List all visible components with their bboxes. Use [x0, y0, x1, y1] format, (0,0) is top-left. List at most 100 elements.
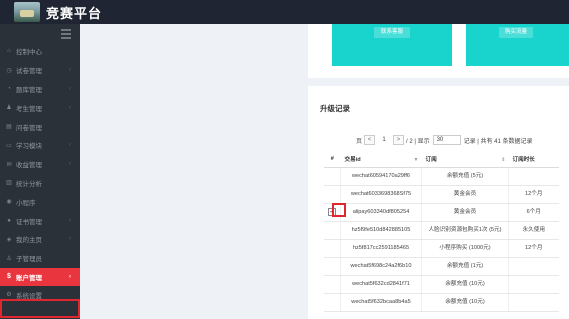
sidebar-item-label: 小程序: [16, 199, 36, 207]
duration: 6个月: [508, 203, 559, 222]
subscription: 黄金会员: [421, 185, 509, 204]
duration: 永久使用: [508, 221, 559, 240]
transaction-id: wechat60594170a29ff6: [340, 167, 422, 186]
sidebar-item-label: 学习模块: [16, 143, 42, 151]
logo-icon: [14, 2, 40, 22]
table-row[interactable]: wechat5f698c24a2f6b10 余额充值 (1元): [324, 257, 559, 276]
table-row[interactable]: ✓ alipay603340df805254 黄金会员 6个月: [324, 203, 559, 222]
sidebar-item-label: 统计分析: [16, 180, 42, 188]
sidebar-item-icon: ✉: [6, 161, 12, 168]
row-select-cell: ✓: [324, 203, 341, 222]
next-page-button[interactable]: >: [393, 135, 405, 145]
col-subscription[interactable]: 订阅 ⇕: [421, 152, 509, 168]
col-index: #: [324, 152, 341, 168]
transaction-id: hz5f817cc2591185465: [340, 239, 422, 258]
sidebar-item-icon: ◉: [6, 199, 12, 206]
records-summary: 记录 | 共有 41 条数据记录: [463, 138, 533, 145]
chevron-left-icon: ‹: [69, 236, 71, 243]
col-duration[interactable]: 订阅时长: [508, 152, 559, 168]
sidebar-item-label: 题库管理: [16, 86, 42, 94]
sidebar-item-icon: ⚙: [6, 292, 12, 299]
sort-icon[interactable]: ⇕: [501, 157, 505, 163]
sidebar-item[interactable]: ⌂ 控制中心: [0, 42, 80, 61]
table-row[interactable]: wechat6033698368Sf75 黄金会员 12个月: [324, 185, 559, 204]
sidebar-item[interactable]: ● 证书管理 ‹: [0, 211, 80, 230]
chevron-left-icon: ‹: [69, 273, 71, 280]
chevron-left-icon: ‹: [69, 104, 71, 111]
sidebar-item[interactable]: ✉ 收益管理 ‹: [0, 155, 80, 174]
chevron-left-icon: ‹: [69, 217, 71, 224]
sidebar-item-icon: ▤: [6, 124, 12, 131]
table-row[interactable]: hz5f817cc2591185465 小程序购买 (1000元) 12个月: [324, 239, 559, 258]
total-pages-text: / 2 | 显示: [406, 138, 430, 145]
records-table: # 交易id ▼ 订阅 ⇕ 订阅时长 wechat60594170a29ff6 余额充…: [324, 152, 559, 312]
sidebar-item-label: 证书管理: [16, 218, 42, 226]
sort-desc-icon[interactable]: ▼: [414, 157, 419, 163]
chevron-left-icon: ‹: [69, 67, 71, 74]
transaction-id: alipay603340df805254: [340, 203, 422, 222]
buy-traffic-button[interactable]: 购买流量: [499, 27, 533, 38]
col-transaction-id-label: 交易id: [344, 157, 361, 164]
sidebar-item-icon: ♟: [6, 105, 12, 112]
sidebar-item[interactable]: ♟ 考生管理 ‹: [0, 98, 80, 117]
sidebar-item-label: 我的主页: [16, 237, 42, 245]
table-row[interactable]: wechat60594170a29ff6 余额充值 (5元): [324, 167, 559, 186]
chevron-left-icon: ‹: [69, 142, 71, 149]
sidebar-item[interactable]: ◈ 我的主页 ‹: [0, 230, 80, 249]
sidebar-item-label: 控制中心: [16, 49, 42, 57]
sidebar-item[interactable]: ▭ 学习模块 ‹: [0, 136, 80, 155]
transaction-id: wechat5f632cd2841f71: [340, 275, 422, 294]
checkbox-checked-icon[interactable]: ✓: [328, 208, 336, 216]
table-row[interactable]: hz5f9fe510d842885105 人脸识别资源包购买1次 (5元) 永久使用: [324, 221, 559, 240]
row-select-cell: [324, 293, 341, 312]
col-transaction-id[interactable]: 交易id ▼: [340, 152, 422, 168]
table-row[interactable]: wechat5f632bcaa8b4a5 余额充值 (10元): [324, 293, 559, 312]
row-select-cell: [324, 167, 341, 186]
row-select-cell: [324, 185, 341, 204]
chevron-left-icon: ‹: [69, 85, 71, 92]
section-title: 升级记录: [320, 104, 350, 113]
col-duration-label: 订阅时长: [512, 157, 535, 164]
duration: 12个月: [508, 239, 559, 258]
top-card: 联系客服 购买流量: [308, 24, 569, 78]
sidebar-item[interactable]: ◷ 试卷管理 ‹: [0, 61, 80, 80]
sidebar-item-label: 系统设置: [16, 292, 42, 300]
transaction-id: wechat5f632bcaa8b4a5: [340, 293, 422, 312]
sidebar-nav: ⌂ 控制中心 ◷ 试卷管理 ‹ ◔ 题库管理 ‹ ♟ 考生管理 ‹ ▤ 问卷管理 ▭ 学习模块 ‹ ✉ 收益管理 ‹…: [0, 42, 80, 304]
app-title: 竞赛平台: [46, 5, 103, 21]
sidebar-item[interactable]: ⚙ 系统设置: [0, 286, 80, 305]
service-tile: 联系客服: [332, 24, 452, 66]
traffic-tile: 购买流量: [466, 24, 569, 66]
sidebar-item[interactable]: ◉ 小程序: [0, 192, 80, 211]
duration: [508, 275, 559, 294]
sidebar-item-icon: ▥: [6, 180, 12, 187]
row-select-cell: [324, 257, 341, 276]
sidebar-item-icon: ◈: [6, 236, 12, 243]
sidebar-item[interactable]: ◔ 题库管理 ‹: [0, 80, 80, 99]
current-page[interactable]: 1: [377, 135, 391, 145]
sidebar-item-label: 问卷管理: [16, 124, 42, 132]
pagination: 页 < 1 > / 2 | 显示 30 记录 | 共有 41 条数据记录: [356, 134, 533, 146]
subscription: 小程序购买 (1000元): [421, 239, 509, 258]
contact-service-button[interactable]: 联系客服: [374, 27, 410, 38]
transaction-id: wechat6033698368Sf75: [340, 185, 422, 204]
sidebar-item[interactable]: ▥ 统计分析: [0, 174, 80, 193]
subscription: 人脸识别资源包购买1次 (5元): [421, 221, 509, 240]
sidebar-item-icon: $: [7, 273, 11, 281]
sidebar-item-label: 试卷管理: [16, 68, 42, 76]
row-select-cell: [324, 275, 341, 294]
sidebar-item[interactable]: $ 账户管理 ‹: [0, 267, 80, 286]
per-page-input[interactable]: 30: [432, 135, 461, 145]
sidebar-item-icon: ⌂: [7, 48, 11, 55]
table-row[interactable]: wechat5f632cd2841f71 余额充值 (10元): [324, 275, 559, 294]
row-select-cell: [324, 239, 341, 258]
sidebar-item-label: 账户管理: [16, 274, 42, 282]
sidebar-item-icon: ♙: [6, 255, 12, 262]
page-label: 页: [356, 138, 363, 145]
prev-page-button[interactable]: <: [364, 135, 376, 145]
menu-collapse-icon[interactable]: [61, 29, 71, 39]
transaction-id: hz5f9fe510d842885105: [340, 221, 422, 240]
sidebar-item[interactable]: ♙ 子管理员: [0, 249, 80, 268]
duration: 12个月: [508, 185, 559, 204]
sidebar-item[interactable]: ▤ 问卷管理: [0, 117, 80, 136]
